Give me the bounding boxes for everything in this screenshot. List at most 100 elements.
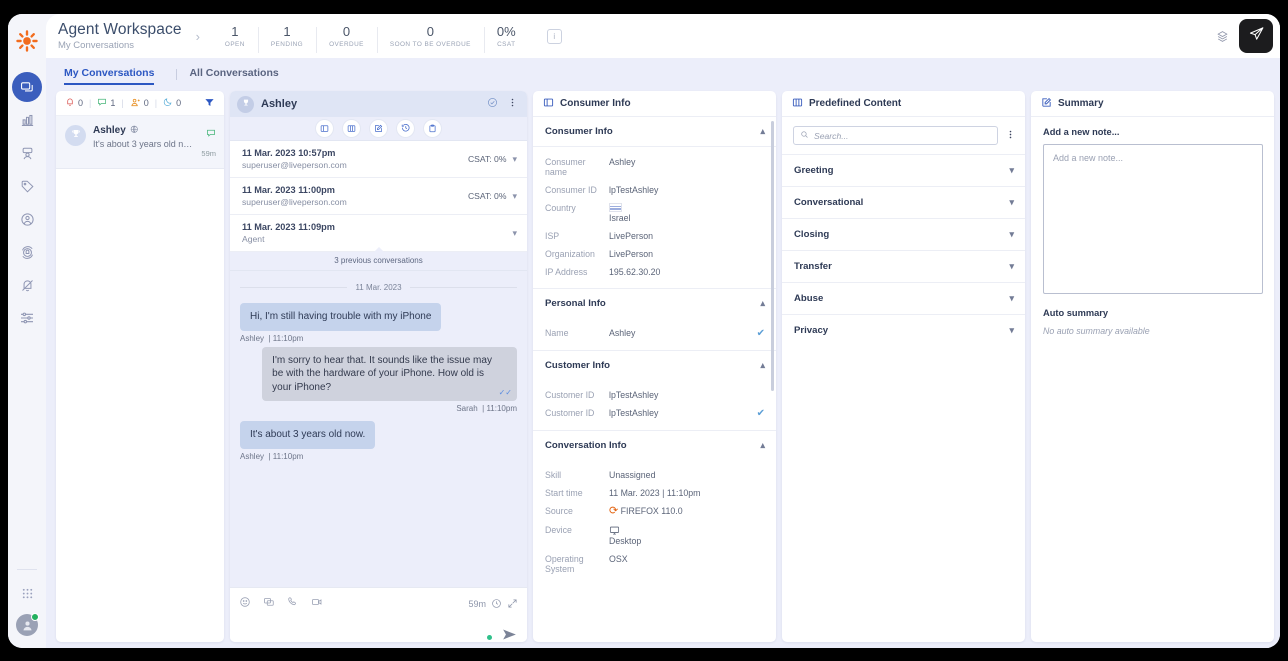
category-closing[interactable]: Closing ▾ <box>782 218 1025 250</box>
sidebar-item-tags[interactable] <box>12 171 42 201</box>
chevron-down-icon[interactable]: ▾ <box>512 228 517 239</box>
previous-conversations-label: 3 previous conversations <box>334 256 423 265</box>
field-row: Organization LivePerson <box>533 245 776 263</box>
category-greeting[interactable]: Greeting ▾ <box>782 154 1025 186</box>
sliders-icon <box>19 310 35 326</box>
field-row: Country Israel <box>533 199 776 227</box>
clipboard-toggle[interactable] <box>424 120 441 137</box>
video-icon[interactable] <box>311 595 323 613</box>
previous-conversations-banner[interactable]: 3 previous conversations <box>230 247 527 271</box>
history-csat: CSAT: 0% <box>467 154 507 164</box>
section-title: Customer Info <box>545 360 611 371</box>
field-value: 11 Mar. 2023 | 11:10pm <box>609 488 701 498</box>
expand-icon[interactable] <box>507 598 518 611</box>
section-customer-info[interactable]: Customer Info ▴ <box>533 351 776 380</box>
category-conversational[interactable]: Conversational ▾ <box>782 186 1025 218</box>
category-label: Closing <box>794 229 830 240</box>
note-textarea[interactable]: Add a new note... <box>1043 144 1263 294</box>
kebab-menu-icon[interactable] <box>507 95 518 113</box>
sidebar-item-bots[interactable] <box>12 138 42 168</box>
history-toggle[interactable] <box>397 120 414 137</box>
liveperson-gear-logo[interactable] <box>16 30 38 52</box>
history-row[interactable]: 11 Mar. 2023 11:00pm superuser@liveperso… <box>230 178 527 215</box>
predefined-content-toggle[interactable] <box>343 120 360 137</box>
workspace-title-block: Agent Workspace My Conversations <box>58 21 182 51</box>
chevron-down-icon[interactable]: ▾ <box>512 154 517 165</box>
filter-icon[interactable] <box>204 97 215 110</box>
stat-pending: 1 PENDING <box>257 24 316 53</box>
chevron-up-icon: ▴ <box>760 298 765 308</box>
avatar <box>237 95 254 113</box>
app-grid-icon[interactable] <box>12 580 42 606</box>
field-row: Source ⟳ FIREFOX 110.0 <box>533 502 776 521</box>
bell-slash-icon <box>20 278 35 293</box>
chevron-down-icon[interactable]: ▾ <box>512 191 517 202</box>
predefined-search-row: Search... <box>782 117 1025 154</box>
sidebar-item-users[interactable] <box>12 204 42 234</box>
chevron-down-icon: ▾ <box>1009 325 1014 335</box>
section-conversation-info[interactable]: Conversation Info ▴ <box>533 431 776 460</box>
section-title: Personal Info <box>545 298 606 309</box>
chevron-down-icon: ▾ <box>1009 261 1014 271</box>
filter-separator: | <box>121 98 124 108</box>
category-abuse[interactable]: Abuse ▾ <box>782 282 1025 314</box>
tab-all-conversations[interactable]: All Conversations <box>189 67 290 85</box>
phone-icon[interactable] <box>287 595 299 613</box>
sidebar-item-conversations[interactable] <box>12 72 42 102</box>
check-circle-icon[interactable] <box>487 95 498 113</box>
tab-my-conversations[interactable]: My Conversations <box>64 67 166 85</box>
scrollbar[interactable] <box>771 121 774 391</box>
consumer-info-toggle[interactable] <box>316 120 333 137</box>
verified-check-icon: ✔ <box>756 328 765 339</box>
rail-divider <box>17 569 37 570</box>
panel-title: Predefined Content <box>809 98 902 109</box>
field-value: OSX <box>609 554 628 564</box>
sidebar-item-settings[interactable] <box>12 303 42 333</box>
clipboard-icon <box>428 120 437 138</box>
category-transfer[interactable]: Transfer ▾ <box>782 250 1025 282</box>
info-button[interactable]: i <box>546 28 562 44</box>
israel-flag <box>609 203 622 212</box>
category-label: Privacy <box>794 325 829 336</box>
paper-plane-button[interactable] <box>1239 19 1273 53</box>
desktop-icon <box>609 525 765 536</box>
history-row[interactable]: 11 Mar. 2023 10:57pm superuser@liveperso… <box>230 141 527 178</box>
category-privacy[interactable]: Privacy ▾ <box>782 314 1025 346</box>
filter-away[interactable]: 0 <box>163 97 181 109</box>
note-placeholder: Add a new note... <box>1053 153 1124 163</box>
layers-icon[interactable] <box>1205 19 1239 53</box>
section-consumer-info[interactable]: Consumer Info ▴ <box>533 117 776 147</box>
section-personal-info[interactable]: Personal Info ▴ <box>533 289 776 318</box>
stat-open: 1 OPEN <box>212 24 258 48</box>
emoji-icon[interactable] <box>239 595 251 613</box>
summary-toggle[interactable] <box>370 120 387 137</box>
kebab-menu-icon[interactable] <box>1005 127 1016 145</box>
chat-toolbar <box>230 117 527 141</box>
list-item-time: 59m <box>201 149 216 158</box>
sidebar-item-campaigns[interactable] <box>12 237 42 267</box>
field-key: IP Address <box>545 267 588 277</box>
message-list: 11 Mar. 2023 Hi, I'm still having troubl… <box>230 271 527 587</box>
field-value-device: Desktop <box>609 525 765 546</box>
sidebar-item-analytics[interactable] <box>12 105 42 135</box>
filter-count: 0 <box>143 98 149 108</box>
history-row-text: 11 Mar. 2023 10:57pm superuser@liveperso… <box>242 148 462 170</box>
tab-divider <box>176 69 178 80</box>
filter-separator: | <box>89 98 92 108</box>
user-avatar[interactable] <box>16 613 39 636</box>
list-item[interactable]: Ashley It's about 3 years old now. 59m <box>56 116 224 169</box>
search-input[interactable]: Search... <box>793 126 998 145</box>
conversation-tabs: My Conversations All Conversations <box>46 58 1280 85</box>
sidebar-item-notifications[interactable] <box>12 270 42 300</box>
history-csat: CSAT: 0% <box>467 191 507 201</box>
chevron-down-icon: ▾ <box>1009 165 1014 175</box>
chat-header-actions <box>487 95 518 113</box>
trophy-icon <box>241 95 251 113</box>
predefined-reply-icon[interactable] <box>263 595 275 613</box>
tab-label: My Conversations <box>64 67 155 79</box>
day-separator: 11 Mar. 2023 <box>240 283 517 292</box>
send-button[interactable] <box>501 626 518 642</box>
filter-transferred[interactable]: 0 <box>130 97 149 110</box>
filter-unread[interactable]: 1 <box>97 97 115 109</box>
filter-urgent[interactable]: 0 <box>65 97 83 109</box>
